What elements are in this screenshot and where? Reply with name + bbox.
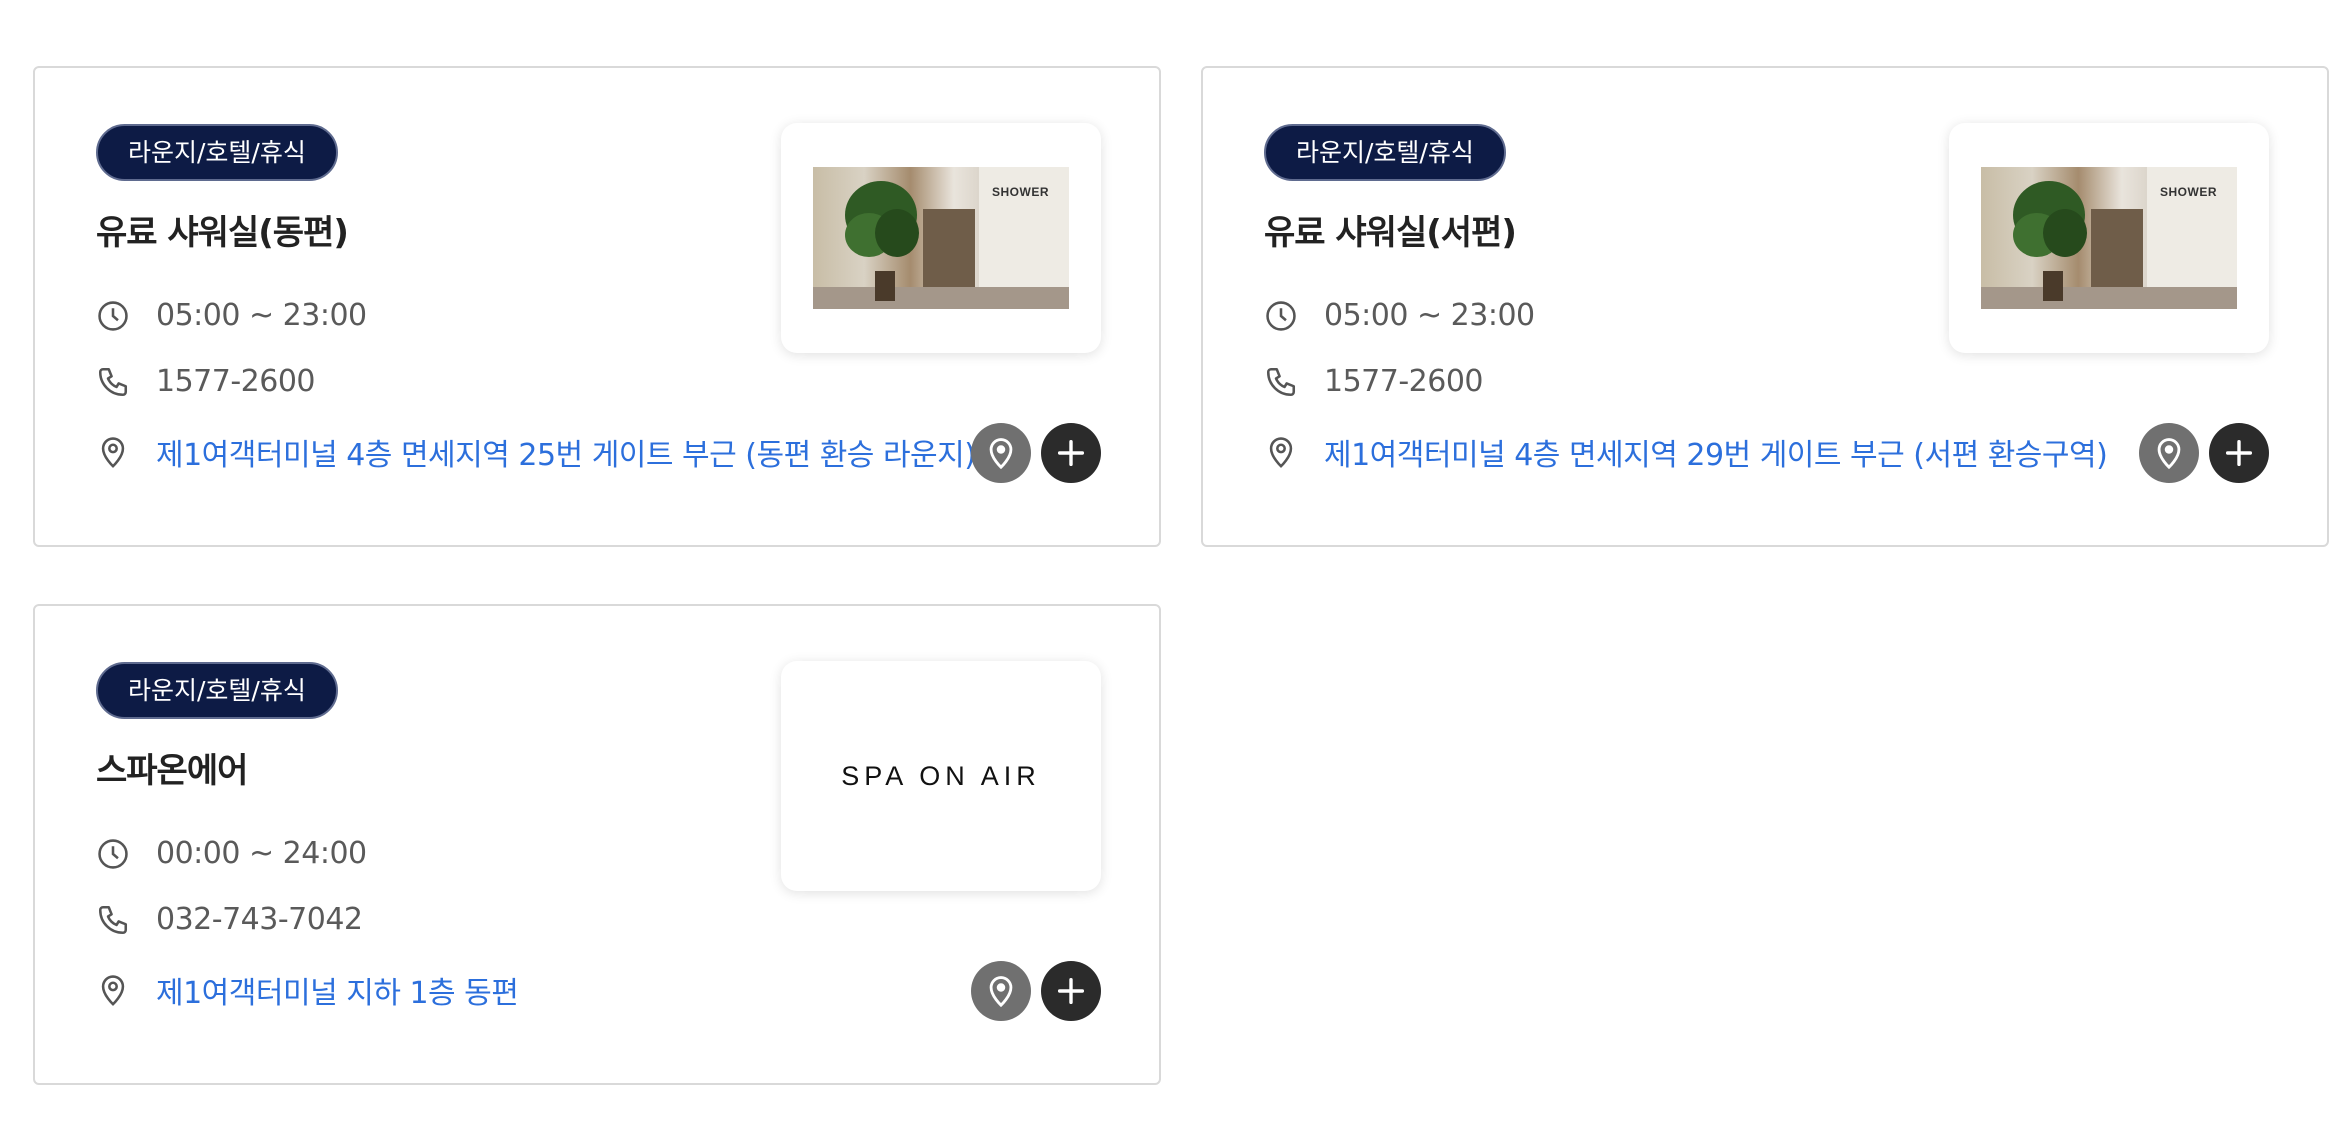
address-row: 제1여객터미널 4층 면세지역 29번 게이트 부근 (서편 환승구역) xyxy=(1264,430,2108,474)
facility-card: 라운지/호텔/휴식 유료 샤워실(서편) 05:00 ~ 23:00 1577-… xyxy=(1201,66,2329,547)
address-row: 제1여객터미널 4층 면세지역 25번 게이트 부근 (동편 환승 라운지) xyxy=(96,430,976,474)
card-actions xyxy=(2139,423,2269,483)
shower-sign: SHOWER xyxy=(992,185,1049,199)
address-link[interactable]: 제1여객터미널 지하 1층 동편 xyxy=(156,968,519,1012)
map-button[interactable] xyxy=(971,961,1031,1021)
add-button[interactable] xyxy=(2209,423,2269,483)
clock-icon xyxy=(96,837,130,871)
clock-icon xyxy=(1264,299,1298,333)
hours-row: 05:00 ~ 23:00 xyxy=(1264,298,1535,333)
address-link[interactable]: 제1여객터미널 4층 면세지역 29번 게이트 부근 (서편 환승구역) xyxy=(1324,430,2108,474)
card-actions xyxy=(971,423,1101,483)
card-actions xyxy=(971,961,1101,1021)
hours-text: 05:00 ~ 23:00 xyxy=(1324,298,1535,333)
spa-on-air-logo: SPA ON AIR xyxy=(841,760,1041,791)
location-pin-icon xyxy=(96,973,130,1007)
map-pin-icon xyxy=(989,438,1013,470)
shower-room-photo: SHOWER xyxy=(1981,167,2237,309)
phone-row: 032-743-7042 xyxy=(96,902,363,937)
facility-image: SHOWER xyxy=(1949,123,2269,353)
address-link[interactable]: 제1여객터미널 4층 면세지역 25번 게이트 부근 (동편 환승 라운지) xyxy=(156,430,976,474)
facility-card: 라운지/호텔/휴식 유료 샤워실(동편) 05:00 ~ 23:00 1577-… xyxy=(33,66,1161,547)
facility-image: SHOWER xyxy=(781,123,1101,353)
plus-icon xyxy=(1057,439,1085,467)
hours-text: 00:00 ~ 24:00 xyxy=(156,836,367,871)
phone-icon xyxy=(96,365,130,399)
phone-row: 1577-2600 xyxy=(1264,364,1484,399)
map-pin-icon xyxy=(2157,438,2181,470)
clock-icon xyxy=(96,299,130,333)
facility-title[interactable]: 스파온에어 xyxy=(96,743,248,792)
phone-text[interactable]: 032-743-7042 xyxy=(156,902,363,937)
hours-row: 05:00 ~ 23:00 xyxy=(96,298,367,333)
facility-image: SPA ON AIR xyxy=(781,661,1101,891)
phone-icon xyxy=(96,903,130,937)
map-pin-icon xyxy=(989,976,1013,1008)
phone-row: 1577-2600 xyxy=(96,364,316,399)
facility-card: 라운지/호텔/휴식 스파온에어 00:00 ~ 24:00 032-743-70… xyxy=(33,604,1161,1085)
shower-sign: SHOWER xyxy=(2160,185,2217,199)
plus-icon xyxy=(1057,977,1085,1005)
category-badge: 라운지/호텔/휴식 xyxy=(1264,124,1506,181)
add-button[interactable] xyxy=(1041,423,1101,483)
add-button[interactable] xyxy=(1041,961,1101,1021)
plus-icon xyxy=(2225,439,2253,467)
location-pin-icon xyxy=(1264,435,1298,469)
hours-row: 00:00 ~ 24:00 xyxy=(96,836,367,871)
phone-text[interactable]: 1577-2600 xyxy=(156,364,316,399)
facility-title[interactable]: 유료 샤워실(동편) xyxy=(96,205,349,254)
shower-room-photo: SHOWER xyxy=(813,167,1069,309)
category-badge: 라운지/호텔/휴식 xyxy=(96,124,338,181)
address-row: 제1여객터미널 지하 1층 동편 xyxy=(96,968,519,1012)
phone-icon xyxy=(1264,365,1298,399)
phone-text[interactable]: 1577-2600 xyxy=(1324,364,1484,399)
map-button[interactable] xyxy=(2139,423,2199,483)
facility-title[interactable]: 유료 샤워실(서편) xyxy=(1264,205,1517,254)
map-button[interactable] xyxy=(971,423,1031,483)
location-pin-icon xyxy=(96,435,130,469)
category-badge: 라운지/호텔/휴식 xyxy=(96,662,338,719)
hours-text: 05:00 ~ 23:00 xyxy=(156,298,367,333)
